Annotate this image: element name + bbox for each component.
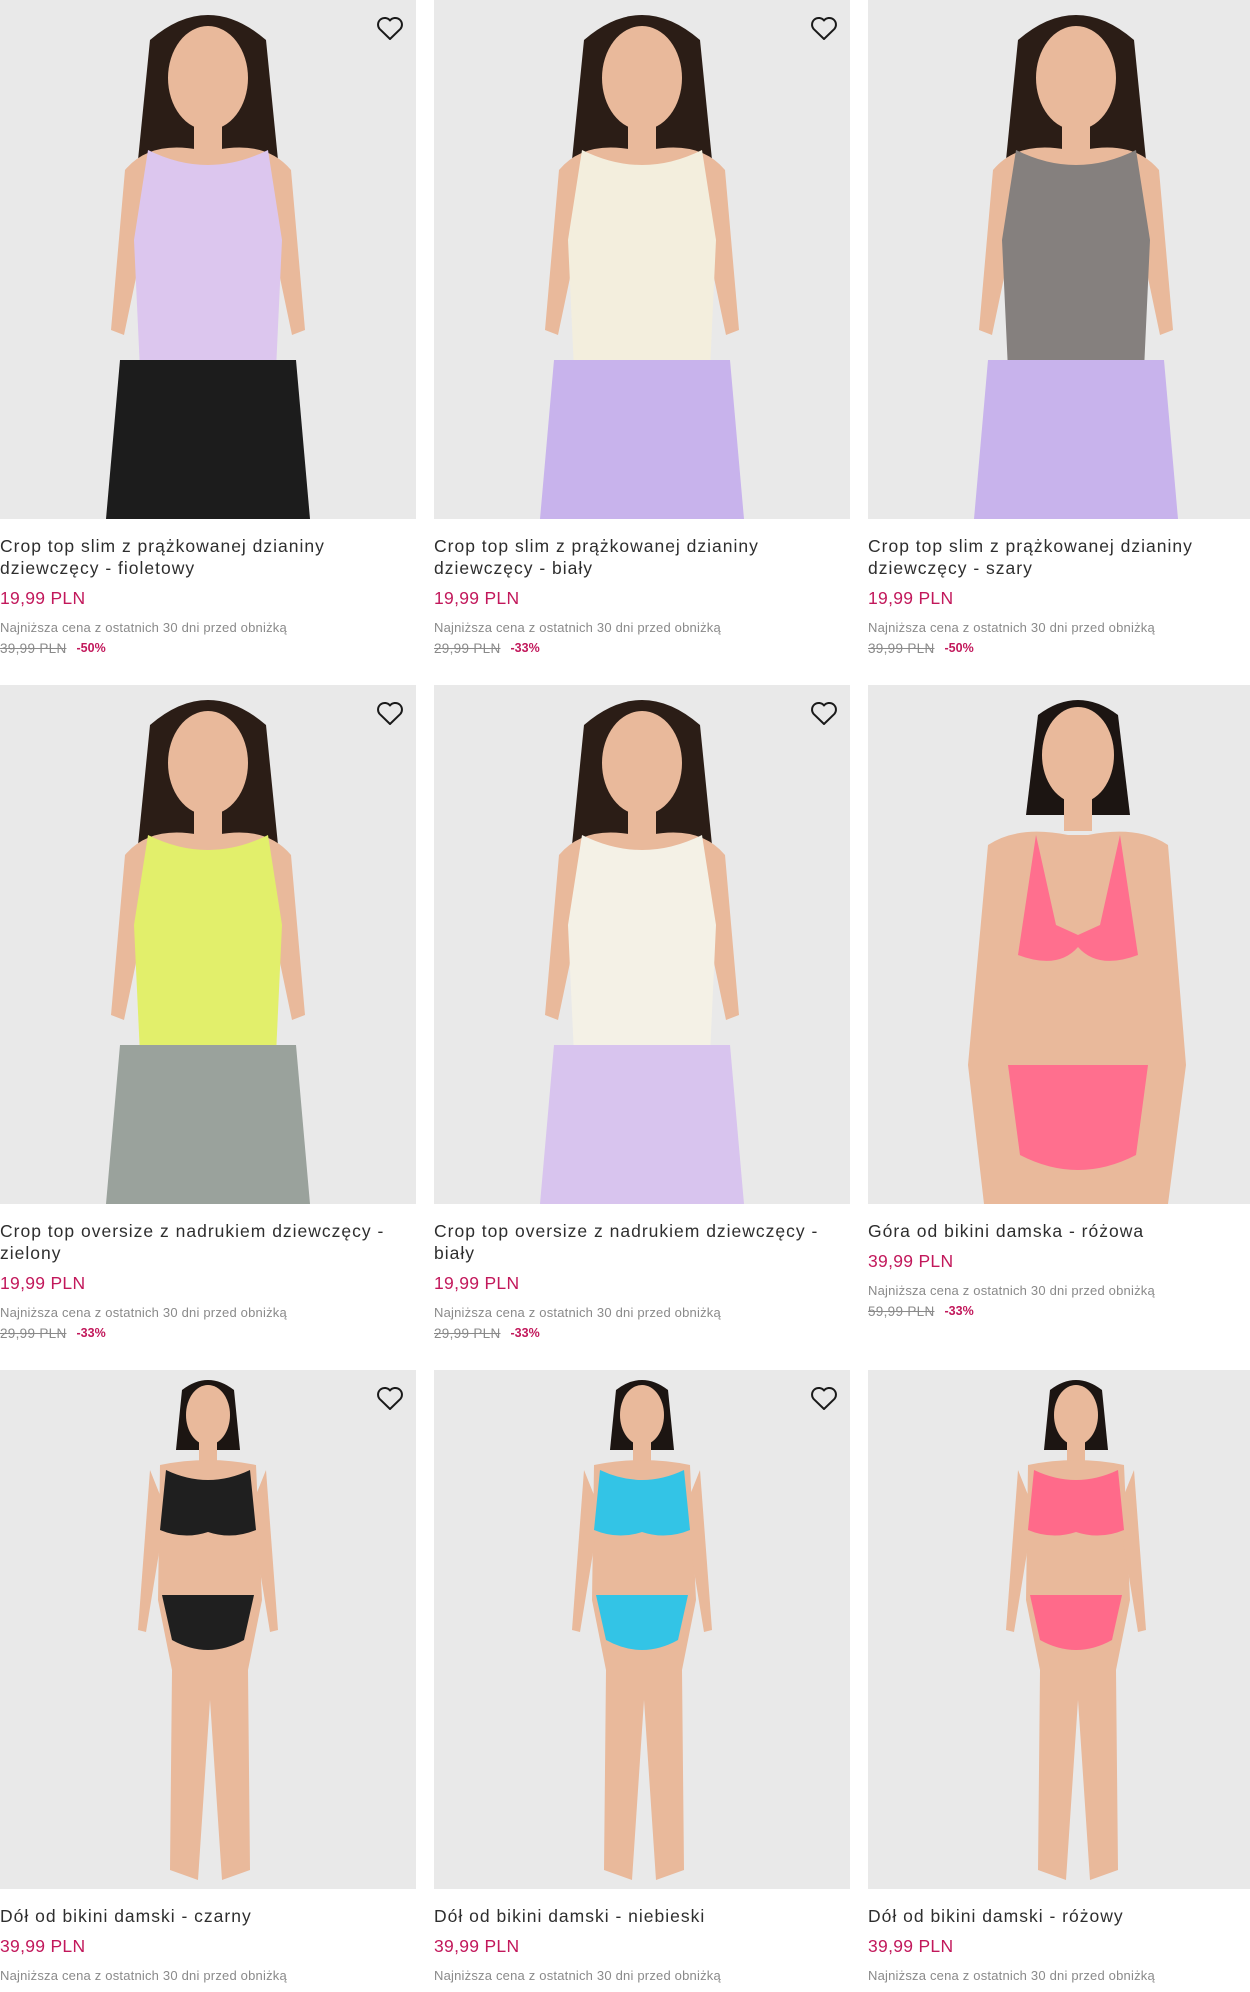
product-price: 19,99 PLN [434,588,520,608]
product-card[interactable]: Góra od bikini damska - różowa 39,99 PLN… [868,685,1250,1320]
product-info: Crop top oversize z nadrukiem dziewczęcy… [0,1204,416,1342]
wishlist-heart-icon[interactable] [806,695,842,731]
product-price: 39,99 PLN [434,1936,520,1956]
product-info: Dół od bikini damski - różowy 39,99 PLN … [868,1889,1250,1984]
product-info: Crop top oversize z nadrukiem dziewczęcy… [434,1204,850,1342]
product-grid: Crop top slim z prążkowanej dzianiny dzi… [0,0,1250,1992]
product-card[interactable]: Crop top oversize z nadrukiem dziewczęcy… [434,685,850,1342]
product-info: Dół od bikini damski - niebieski 39,99 P… [434,1889,850,1984]
product-name[interactable]: Crop top slim z prążkowanej dzianiny dzi… [434,535,850,579]
discount-badge: -33% [510,1326,540,1340]
product-card[interactable]: Crop top oversize z nadrukiem dziewczęcy… [0,685,416,1342]
product-photo [868,0,1250,519]
product-price: 39,99 PLN [868,1936,954,1956]
product-image[interactable] [868,685,1250,1204]
product-price: 19,99 PLN [0,1273,86,1293]
product-name[interactable]: Dół od bikini damski - różowy [868,1905,1250,1927]
discount-badge: -33% [76,1326,106,1340]
product-name[interactable]: Crop top oversize z nadrukiem dziewczęcy… [434,1220,850,1264]
old-price: 39,99 PLN [868,641,935,656]
product-card[interactable]: Crop top slim z prążkowanej dzianiny dzi… [434,0,850,657]
discount-badge: -50% [76,641,106,655]
lowest-price-label: Najniższa cena z ostatnich 30 dni przed … [0,1305,287,1320]
product-info: Crop top slim z prążkowanej dzianiny dzi… [868,519,1250,657]
old-price-row: 39,99 PLN -50% [868,640,1250,657]
product-photo [0,685,416,1204]
discount-badge: -33% [944,1304,974,1318]
lowest-price-label: Najniższa cena z ostatnich 30 dni przed … [868,620,1155,635]
discount-badge: -33% [510,641,540,655]
product-price: 39,99 PLN [868,1251,954,1271]
product-price: 19,99 PLN [434,1273,520,1293]
wishlist-heart-icon[interactable] [806,1380,842,1416]
product-name[interactable]: Crop top oversize z nadrukiem dziewczęcy… [0,1220,416,1264]
discount-badge: -50% [944,641,974,655]
product-name[interactable]: Crop top slim z prążkowanej dzianiny dzi… [0,535,416,579]
product-card[interactable]: Dół od bikini damski - różowy 39,99 PLN … [868,1370,1250,1984]
product-info: Crop top slim z prążkowanej dzianiny dzi… [0,519,416,657]
product-info: Crop top slim z prążkowanej dzianiny dzi… [434,519,850,657]
product-price: 39,99 PLN [0,1936,86,1956]
product-photo [0,0,416,519]
lowest-price-label: Najniższa cena z ostatnich 30 dni przed … [434,620,721,635]
product-image[interactable] [868,0,1250,519]
product-photo [434,0,850,519]
product-price: 19,99 PLN [868,588,954,608]
wishlist-heart-icon[interactable] [806,10,842,46]
lowest-price-label: Najniższa cena z ostatnich 30 dni przed … [868,1283,1155,1298]
product-photo [868,685,1250,1204]
lowest-price-label: Najniższa cena z ostatnich 30 dni przed … [0,1968,287,1983]
old-price-row: 59,99 PLN -33% [868,1303,1250,1320]
product-info: Góra od bikini damska - różowa 39,99 PLN… [868,1204,1250,1320]
old-price-row: 39,99 PLN -50% [0,640,416,657]
product-name[interactable]: Dół od bikini damski - czarny [0,1905,416,1927]
lowest-price-label: Najniższa cena z ostatnich 30 dni przed … [434,1968,721,1983]
product-name[interactable]: Dół od bikini damski - niebieski [434,1905,850,1927]
wishlist-heart-icon[interactable] [372,695,408,731]
product-card[interactable]: Crop top slim z prążkowanej dzianiny dzi… [0,0,416,657]
lowest-price-label: Najniższa cena z ostatnich 30 dni przed … [868,1968,1155,1983]
old-price: 59,99 PLN [868,1304,935,1319]
product-photo [434,1370,850,1889]
old-price: 29,99 PLN [0,1326,67,1341]
old-price: 39,99 PLN [0,641,67,656]
product-image[interactable] [0,685,416,1204]
product-photo [868,1370,1250,1889]
product-info: Dół od bikini damski - czarny 39,99 PLN … [0,1889,416,1984]
product-photo [434,685,850,1204]
product-name[interactable]: Góra od bikini damska - różowa [868,1220,1250,1242]
product-name[interactable]: Crop top slim z prążkowanej dzianiny dzi… [868,535,1250,579]
product-price: 19,99 PLN [0,588,86,608]
product-card[interactable]: Crop top slim z prążkowanej dzianiny dzi… [868,0,1250,657]
product-image[interactable] [0,1370,416,1889]
product-image[interactable] [434,0,850,519]
old-price: 29,99 PLN [434,1326,501,1341]
product-photo [0,1370,416,1889]
product-image[interactable] [868,1370,1250,1889]
old-price-row: 29,99 PLN -33% [434,640,850,657]
old-price: 29,99 PLN [434,641,501,656]
wishlist-heart-icon[interactable] [372,1380,408,1416]
product-card[interactable]: Dół od bikini damski - niebieski 39,99 P… [434,1370,850,1984]
product-image[interactable] [434,685,850,1204]
product-card[interactable]: Dół od bikini damski - czarny 39,99 PLN … [0,1370,416,1984]
product-image[interactable] [434,1370,850,1889]
old-price-row: 29,99 PLN -33% [0,1325,416,1342]
lowest-price-label: Najniższa cena z ostatnich 30 dni przed … [0,620,287,635]
lowest-price-label: Najniższa cena z ostatnich 30 dni przed … [434,1305,721,1320]
wishlist-heart-icon[interactable] [372,10,408,46]
old-price-row: 29,99 PLN -33% [434,1325,850,1342]
product-image[interactable] [0,0,416,519]
